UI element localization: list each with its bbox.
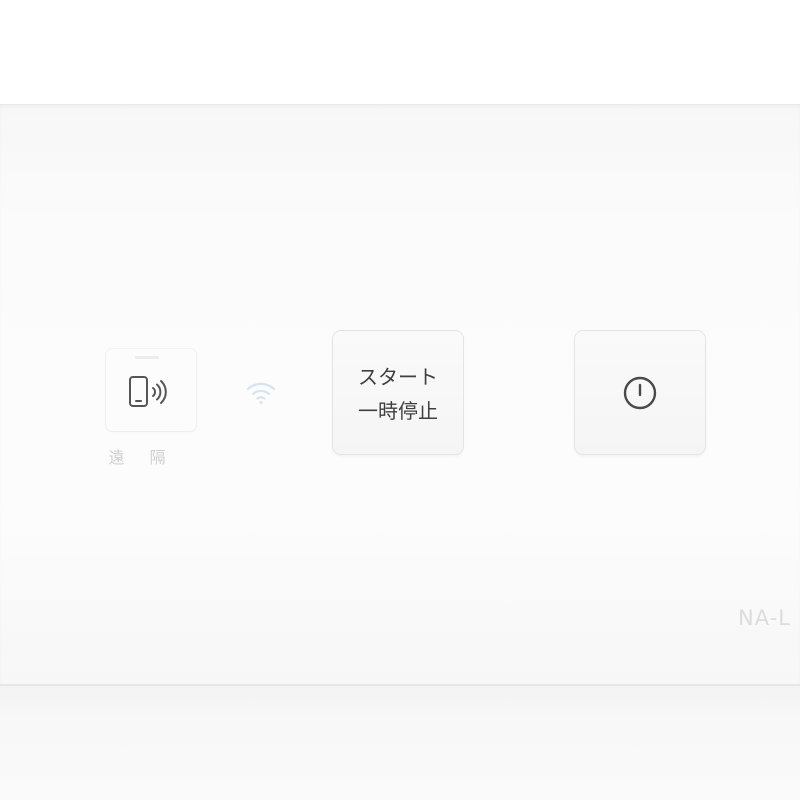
remote-label: 遠 隔 xyxy=(108,448,176,467)
appliance-lower-body xyxy=(0,686,800,800)
wifi-icon xyxy=(246,382,276,405)
start-pause-button[interactable]: スタート 一時停止 xyxy=(333,331,463,454)
smartphone-remote-icon xyxy=(129,376,167,407)
start-label: スタート xyxy=(358,365,438,389)
power-icon xyxy=(623,376,657,410)
remote-indicator-led xyxy=(135,356,159,359)
power-button[interactable] xyxy=(575,331,705,454)
model-number: NA-L xyxy=(738,606,791,630)
appliance-photo: 遠 隔 スタート 一時停止 NA-L xyxy=(0,0,800,800)
pause-label: 一時停止 xyxy=(358,399,438,423)
